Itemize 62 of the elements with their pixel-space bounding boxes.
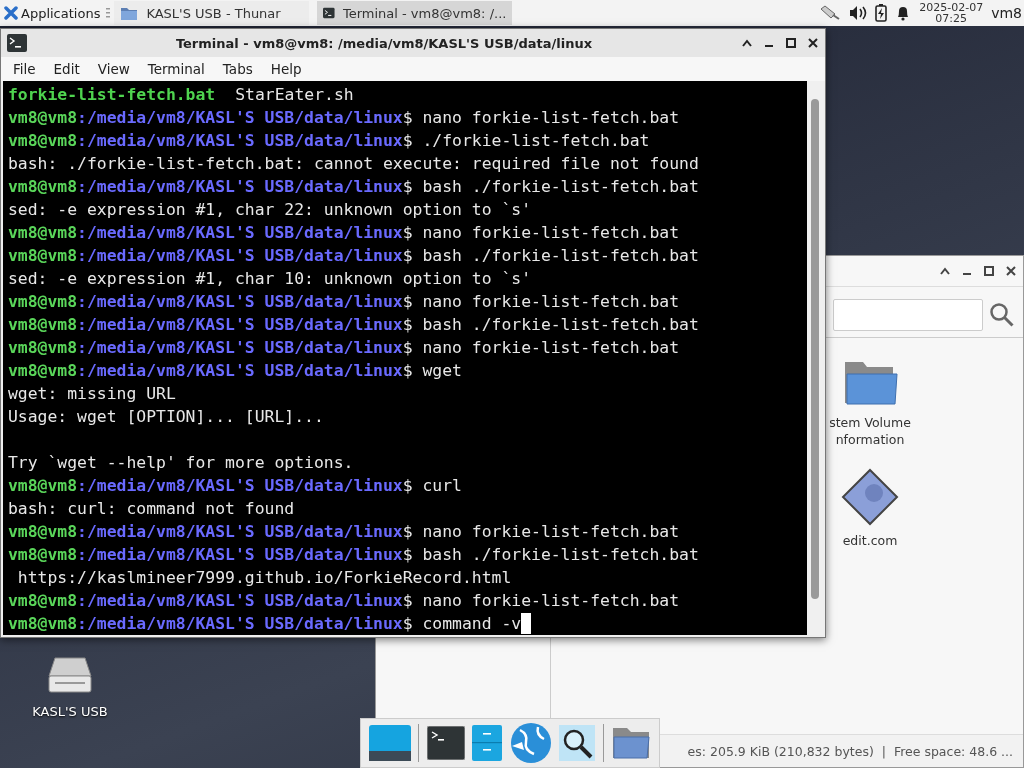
maximize-icon[interactable] xyxy=(983,266,995,276)
close-icon[interactable] xyxy=(807,38,819,48)
globe-icon[interactable] xyxy=(509,722,552,764)
terminal-icon xyxy=(7,34,27,52)
grip-icon xyxy=(106,7,111,19)
taskbar-button[interactable]: KASL'S USB - Thunar xyxy=(114,1,310,25)
terminal-line: https://kaslmineer7999.github.io/ForkieRecord.html xyxy=(16,567,513,589)
terminal-line: Try `wget --help' for more options. xyxy=(8,452,355,474)
terminal-line: vm8@vm8:/media/vm8/KASL'S USB/data/linux$ command -v xyxy=(8,612,807,635)
terminal-line: vm8@vm8:/media/vm8/KASL'S USB/data/linux$ bash ./forkie-list-fetch.bat xyxy=(8,176,700,198)
search-icon[interactable] xyxy=(989,302,1015,328)
caret-up-icon[interactable] xyxy=(741,38,753,48)
drive-icon[interactable] xyxy=(47,656,93,694)
file-name[interactable]: edit.com xyxy=(827,532,913,549)
gear-diamond-icon[interactable] xyxy=(841,468,899,526)
terminal-line: bash: curl: command not found xyxy=(8,498,296,520)
menu-item[interactable]: File xyxy=(13,61,36,77)
caret-up-icon[interactable] xyxy=(939,266,951,276)
taskbar-button[interactable]: Terminal - vm8@vm8: /... xyxy=(317,1,513,25)
menu-item[interactable]: Help xyxy=(270,61,302,77)
menu-item[interactable]: Edit xyxy=(53,61,80,77)
location-field[interactable] xyxy=(833,299,983,331)
folder-icon xyxy=(120,5,139,21)
terminal-line: vm8@vm8:/media/vm8/KASL'S USB/data/linux$ bash ./forkie-list-fetch.bat xyxy=(8,314,700,336)
terminal-line: vm8@vm8:/media/vm8/KASL'S USB/data/linux$ bash ./forkie-list-fetch.bat xyxy=(8,544,700,566)
user-name[interactable]: vm8 xyxy=(991,5,1022,21)
terminal-line: wget: missing URL xyxy=(8,383,177,405)
terminal-line: vm8@vm8:/media/vm8/KASL'S USB/data/linux$ wget xyxy=(8,360,463,382)
terminal-line: vm8@vm8:/media/vm8/KASL'S USB/data/linux$ nano forkie-list-fetch.bat xyxy=(8,107,681,129)
terminal-icon[interactable] xyxy=(426,726,465,760)
terminal-line: vm8@vm8:/media/vm8/KASL'S USB/data/linux$ nano forkie-list-fetch.bat xyxy=(8,521,681,543)
terminal-line: vm8@vm8:/media/vm8/KASL'S USB/data/linux$ ./forkie-list-fetch.bat xyxy=(8,130,651,152)
terminal-line: bash: ./forkie-list-fetch.bat: cannot execute: required file not found xyxy=(8,153,700,175)
desktop-icon[interactable] xyxy=(368,723,411,763)
applications-menu[interactable]: Applications xyxy=(0,5,103,21)
window-title: Terminal - vm8@vm8: /media/vm8/KASL'S USB/data/linux xyxy=(174,35,594,51)
file-cabinet-icon[interactable] xyxy=(472,725,503,761)
menu-item[interactable]: View xyxy=(97,61,130,77)
terminal-line: vm8@vm8:/media/vm8/KASL'S USB/data/linux$ nano forkie-list-fetch.bat xyxy=(8,590,681,612)
file-name[interactable]: stem Volume nformation xyxy=(827,414,913,448)
magnifier-icon[interactable] xyxy=(559,725,596,761)
menu-item[interactable]: Terminal xyxy=(147,61,205,77)
maximize-icon[interactable] xyxy=(785,38,797,48)
terminal-line: vm8@vm8:/media/vm8/KASL'S USB/data/linux$ bash ./forkie-list-fetch.bat xyxy=(8,245,700,267)
terminal-line: sed: -e expression #1, char 10: unknown option to `s' xyxy=(8,268,532,290)
folder-icon[interactable] xyxy=(611,726,652,760)
menu-item[interactable]: Tabs xyxy=(222,61,253,77)
scrollbar-thumb[interactable] xyxy=(811,99,819,599)
terminal-icon xyxy=(323,5,335,21)
terminal-line: vm8@vm8:/media/vm8/KASL'S USB/data/linux$ curl xyxy=(8,475,463,497)
desktop-icon-label[interactable]: KASL'S USB xyxy=(32,704,108,719)
close-icon[interactable] xyxy=(1005,266,1017,276)
terminal-line: forkie-list-fetch.bat StarEater.sh xyxy=(8,84,355,106)
volume-icon[interactable] xyxy=(849,5,868,21)
terminal-line: vm8@vm8:/media/vm8/KASL'S USB/data/linux$ nano forkie-list-fetch.bat xyxy=(8,222,681,244)
terminal-line: vm8@vm8:/media/vm8/KASL'S USB/data/linux$ nano forkie-list-fetch.bat xyxy=(8,337,681,359)
terminal-line: Usage: wget [OPTION]... [URL]... xyxy=(8,406,325,428)
battery-icon[interactable] xyxy=(875,4,888,22)
x-logo-icon xyxy=(4,6,18,20)
clock[interactable]: 2025-02-07 07:25 xyxy=(919,2,984,24)
terminal-line: vm8@vm8:/media/vm8/KASL'S USB/data/linux$ nano forkie-list-fetch.bat xyxy=(8,291,681,313)
terminal-line: sed: -e expression #1, char 22: unknown option to `s' xyxy=(8,199,532,221)
